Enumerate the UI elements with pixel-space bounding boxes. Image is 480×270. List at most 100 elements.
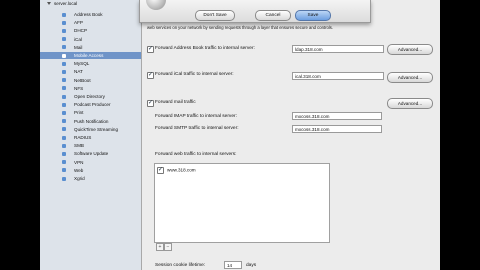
- service-icon: [62, 102, 66, 107]
- cancel-button[interactable]: Cancel: [255, 10, 291, 21]
- sidebar-item[interactable]: Xgrid: [40, 175, 141, 182]
- mail-label: Forward mail traffic: [155, 100, 196, 105]
- address-book-advanced-button[interactable]: Advanced...: [387, 44, 433, 55]
- sidebar-item[interactable]: Mail: [40, 44, 141, 51]
- web-server-checkbox[interactable]: [157, 166, 164, 174]
- remove-server-button[interactable]: −: [164, 243, 172, 251]
- sidebar-item-label: AFP: [74, 20, 83, 26]
- ical-server-field[interactable]: ical.318.com: [292, 72, 384, 80]
- sidebar-item[interactable]: Open Directory: [40, 93, 141, 100]
- service-icon: [62, 69, 66, 74]
- sidebar-item-label: Mail: [74, 44, 83, 50]
- sidebar-item[interactable]: Software Update: [40, 150, 141, 157]
- sidebar-item[interactable]: NAT: [40, 68, 141, 75]
- service-icon: [62, 45, 66, 50]
- save-dialog: Don't Save Cancel Save: [139, 0, 371, 23]
- sidebar-item-label: NFS: [74, 85, 84, 91]
- sidebar-item-label: Xgrid: [74, 176, 85, 181]
- sidebar-item-label: Mobile Access: [74, 53, 104, 58]
- sidebar-item-label: Open Directory: [74, 94, 105, 99]
- sidebar-item-label: NAT: [74, 69, 83, 75]
- service-icon: [62, 135, 66, 140]
- sidebar-item[interactable]: SMB: [40, 142, 141, 149]
- address-book-label: Forward Address Book traffic to internal…: [155, 46, 255, 51]
- sidebar-item[interactable]: Podcast Producer: [40, 101, 141, 108]
- sidebar-item[interactable]: Address Book: [40, 11, 141, 18]
- session-unit: days: [246, 263, 257, 268]
- sidebar-item[interactable]: iCal: [40, 36, 141, 43]
- server-name: server.local: [54, 1, 78, 6]
- app-icon: [146, 0, 166, 10]
- sidebar-item-label: QuickTime Streaming: [74, 126, 118, 132]
- service-icon: [62, 176, 66, 181]
- add-server-button[interactable]: +: [156, 243, 164, 251]
- service-icon: [62, 78, 66, 83]
- sidebar-item-label: Podcast Producer: [74, 102, 111, 108]
- sidebar-item-label: SMB: [74, 143, 84, 149]
- service-icon: [62, 127, 66, 132]
- service-icon: [62, 61, 66, 66]
- sidebar-item-label: RADIUS: [74, 135, 92, 140]
- web-label: Forward web traffic to internal servers:: [155, 152, 237, 157]
- save-button[interactable]: Save: [295, 10, 331, 21]
- web-servers-list[interactable]: www.318.com: [154, 163, 330, 243]
- sidebar: server.local Address Book AFP DHCP iCal Mail…: [40, 0, 142, 270]
- service-icon: [62, 94, 66, 99]
- mail-checkbox[interactable]: [147, 99, 154, 107]
- session-lifetime-field[interactable]: 14: [224, 261, 242, 269]
- ical-advanced-button[interactable]: Advanced...: [387, 72, 433, 83]
- sidebar-item[interactable]: Push Notification: [40, 118, 141, 125]
- service-icon: [62, 53, 66, 58]
- disclosure-triangle-icon[interactable]: [47, 2, 51, 5]
- sidebar-item[interactable]: MySQL: [40, 60, 141, 67]
- sidebar-item[interactable]: VPN: [40, 159, 141, 166]
- web-server-name: www.318.com: [167, 167, 196, 173]
- sidebar-item-label: MySQL: [74, 61, 90, 67]
- service-icon: [62, 37, 66, 42]
- service-icon: [62, 86, 66, 91]
- service-icon: [62, 20, 66, 25]
- ical-label: Forward iCal traffic to internal server:: [155, 72, 234, 77]
- service-icon: [62, 12, 66, 17]
- service-icon: [62, 160, 66, 165]
- sidebar-item-label: Web: [74, 167, 84, 173]
- service-icon: [62, 168, 66, 173]
- address-book-checkbox[interactable]: [147, 45, 154, 53]
- service-icon: [62, 110, 66, 115]
- imap-server-field[interactable]: mxcoss.318.com: [292, 112, 382, 120]
- smtp-server-field[interactable]: mxcoss.318.com: [292, 125, 382, 133]
- sidebar-item-label: Address Book: [74, 12, 103, 17]
- app-window: server.local Address Book AFP DHCP iCal Mail…: [40, 0, 440, 270]
- sidebar-item-label: iCal: [74, 36, 82, 42]
- sidebar-item[interactable]: NetBoot: [40, 77, 141, 84]
- service-icon: [62, 28, 66, 33]
- ical-checkbox[interactable]: [147, 71, 154, 79]
- service-icon: [62, 151, 66, 156]
- sidebar-item[interactable]: QuickTime Streaming: [40, 126, 141, 133]
- smtp-label: Forward SMTP traffic to internal server:: [155, 126, 239, 131]
- sidebar-item[interactable]: Web: [40, 167, 141, 174]
- service-icon: [62, 143, 66, 148]
- sidebar-item[interactable]: Mobile Access: [40, 52, 141, 59]
- list-item[interactable]: www.318.com: [157, 166, 196, 174]
- settings-pane: ddress Book, iCal, Mail, and web service…: [142, 0, 440, 270]
- sidebar-item-label: NetBoot: [74, 77, 91, 83]
- dont-save-button[interactable]: Don't Save: [195, 10, 235, 21]
- sidebar-item-label: Print: [74, 110, 84, 116]
- sidebar-item[interactable]: AFP: [40, 19, 141, 26]
- session-label: Session cookie lifetime:: [155, 263, 206, 268]
- sidebar-item-label: DHCP: [74, 28, 88, 34]
- sidebar-item-label: Push Notification: [74, 118, 109, 124]
- imap-label: Forward IMAP traffic to internal server:: [155, 114, 237, 119]
- mail-advanced-button[interactable]: Advanced...: [387, 98, 433, 109]
- sidebar-item[interactable]: NFS: [40, 85, 141, 92]
- service-icon: [62, 119, 66, 124]
- address-book-server-field[interactable]: ldap.318.com: [292, 45, 384, 53]
- server-item[interactable]: server.local: [47, 1, 77, 6]
- sidebar-item[interactable]: DHCP: [40, 27, 141, 34]
- description-line2: web services on your network by sending …: [147, 25, 333, 30]
- sidebar-item-label: Software Update: [74, 151, 109, 157]
- sidebar-item[interactable]: RADIUS: [40, 134, 141, 141]
- sidebar-item[interactable]: Print: [40, 109, 141, 116]
- sidebar-item-label: VPN: [74, 159, 84, 165]
